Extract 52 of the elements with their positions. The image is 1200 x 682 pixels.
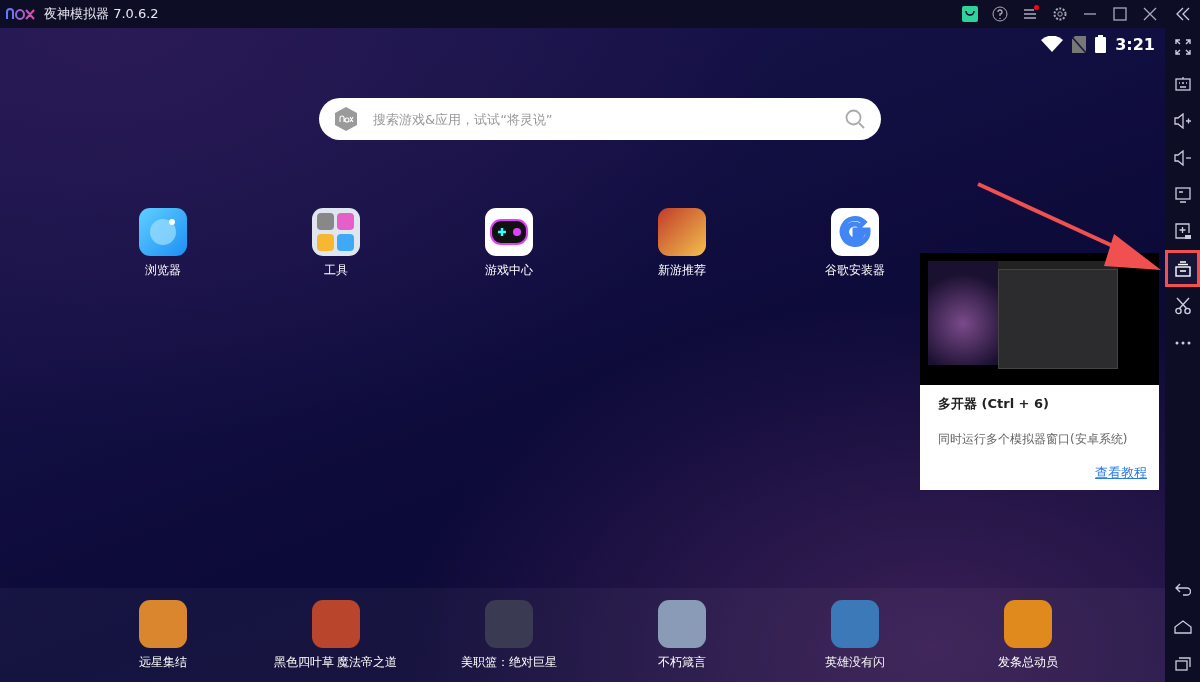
app-label: 不朽箴言 [657, 654, 706, 671]
back-icon [1174, 582, 1191, 597]
app-label: 黑色四叶草 魔法帝之道 [273, 654, 398, 671]
help-icon [992, 6, 1008, 22]
app-label: 发条总动员 [997, 654, 1058, 671]
app-label: 游戏中心 [484, 262, 533, 279]
search-field[interactable]: 搜索游戏&应用，试试“将灵说” [319, 98, 881, 140]
search-input[interactable]: 搜索游戏&应用，试试“将灵说” [371, 110, 831, 128]
game-icon-image[interactable] [657, 600, 706, 648]
app-label: 工具 [323, 262, 348, 279]
menu-icon [1022, 6, 1038, 22]
app-label: 远星集结 [138, 654, 187, 671]
search-icon [845, 109, 865, 129]
browser-app-icon[interactable] [138, 208, 187, 256]
gamepad-app-icon[interactable] [484, 208, 533, 256]
bag-icon [962, 6, 978, 22]
tools-folder-icon[interactable] [311, 208, 360, 256]
double-chevron-icon [1175, 7, 1190, 21]
app-label: 新游推荐 [657, 262, 706, 279]
close-icon [1143, 7, 1157, 21]
app-label: 谷歌安装器 [824, 262, 885, 279]
tutorial-link[interactable]: 查看教程 [1095, 464, 1147, 482]
keyboard-icon [1174, 75, 1191, 92]
battery-icon [1095, 35, 1107, 53]
multi-button[interactable] [1165, 250, 1200, 287]
tooltip-title: 多开器 (Ctrl + 6) [938, 395, 1051, 413]
recents-icon [1174, 656, 1191, 671]
game-icon-image[interactable] [1003, 600, 1052, 648]
window-title: 夜神模拟器 7.0.6.2 [44, 5, 159, 23]
game-icon-image[interactable] [138, 600, 187, 648]
wifi-icon [1041, 36, 1064, 52]
stacked-windows-icon [1174, 260, 1191, 277]
add-apk-icon [1174, 223, 1191, 240]
fullscreen-icon [1174, 38, 1191, 55]
scissors-icon [1174, 296, 1191, 315]
logo-icon [6, 8, 36, 20]
more-icon [1174, 340, 1191, 345]
settings-icon [1052, 6, 1068, 22]
app-label: 美职篮：绝对巨星 [460, 654, 557, 671]
no-sim-icon [1072, 35, 1087, 53]
google-installer-icon[interactable] [830, 208, 879, 256]
volume-up-icon [1173, 112, 1192, 129]
monitor-icon [1174, 186, 1191, 203]
game-icon-image[interactable] [657, 208, 706, 256]
volume-down-icon [1173, 149, 1192, 166]
clock-time: 3:21 [1115, 34, 1155, 54]
app-label: 英雄没有闪 [824, 654, 885, 671]
maximize-icon [1113, 7, 1127, 21]
hexagon-logo-icon [335, 107, 357, 131]
tooltip-description: 同时运行多个模拟器窗口(安卓系统) [938, 431, 1129, 448]
home-icon [1173, 619, 1192, 634]
app-label: 浏览器 [144, 262, 181, 279]
